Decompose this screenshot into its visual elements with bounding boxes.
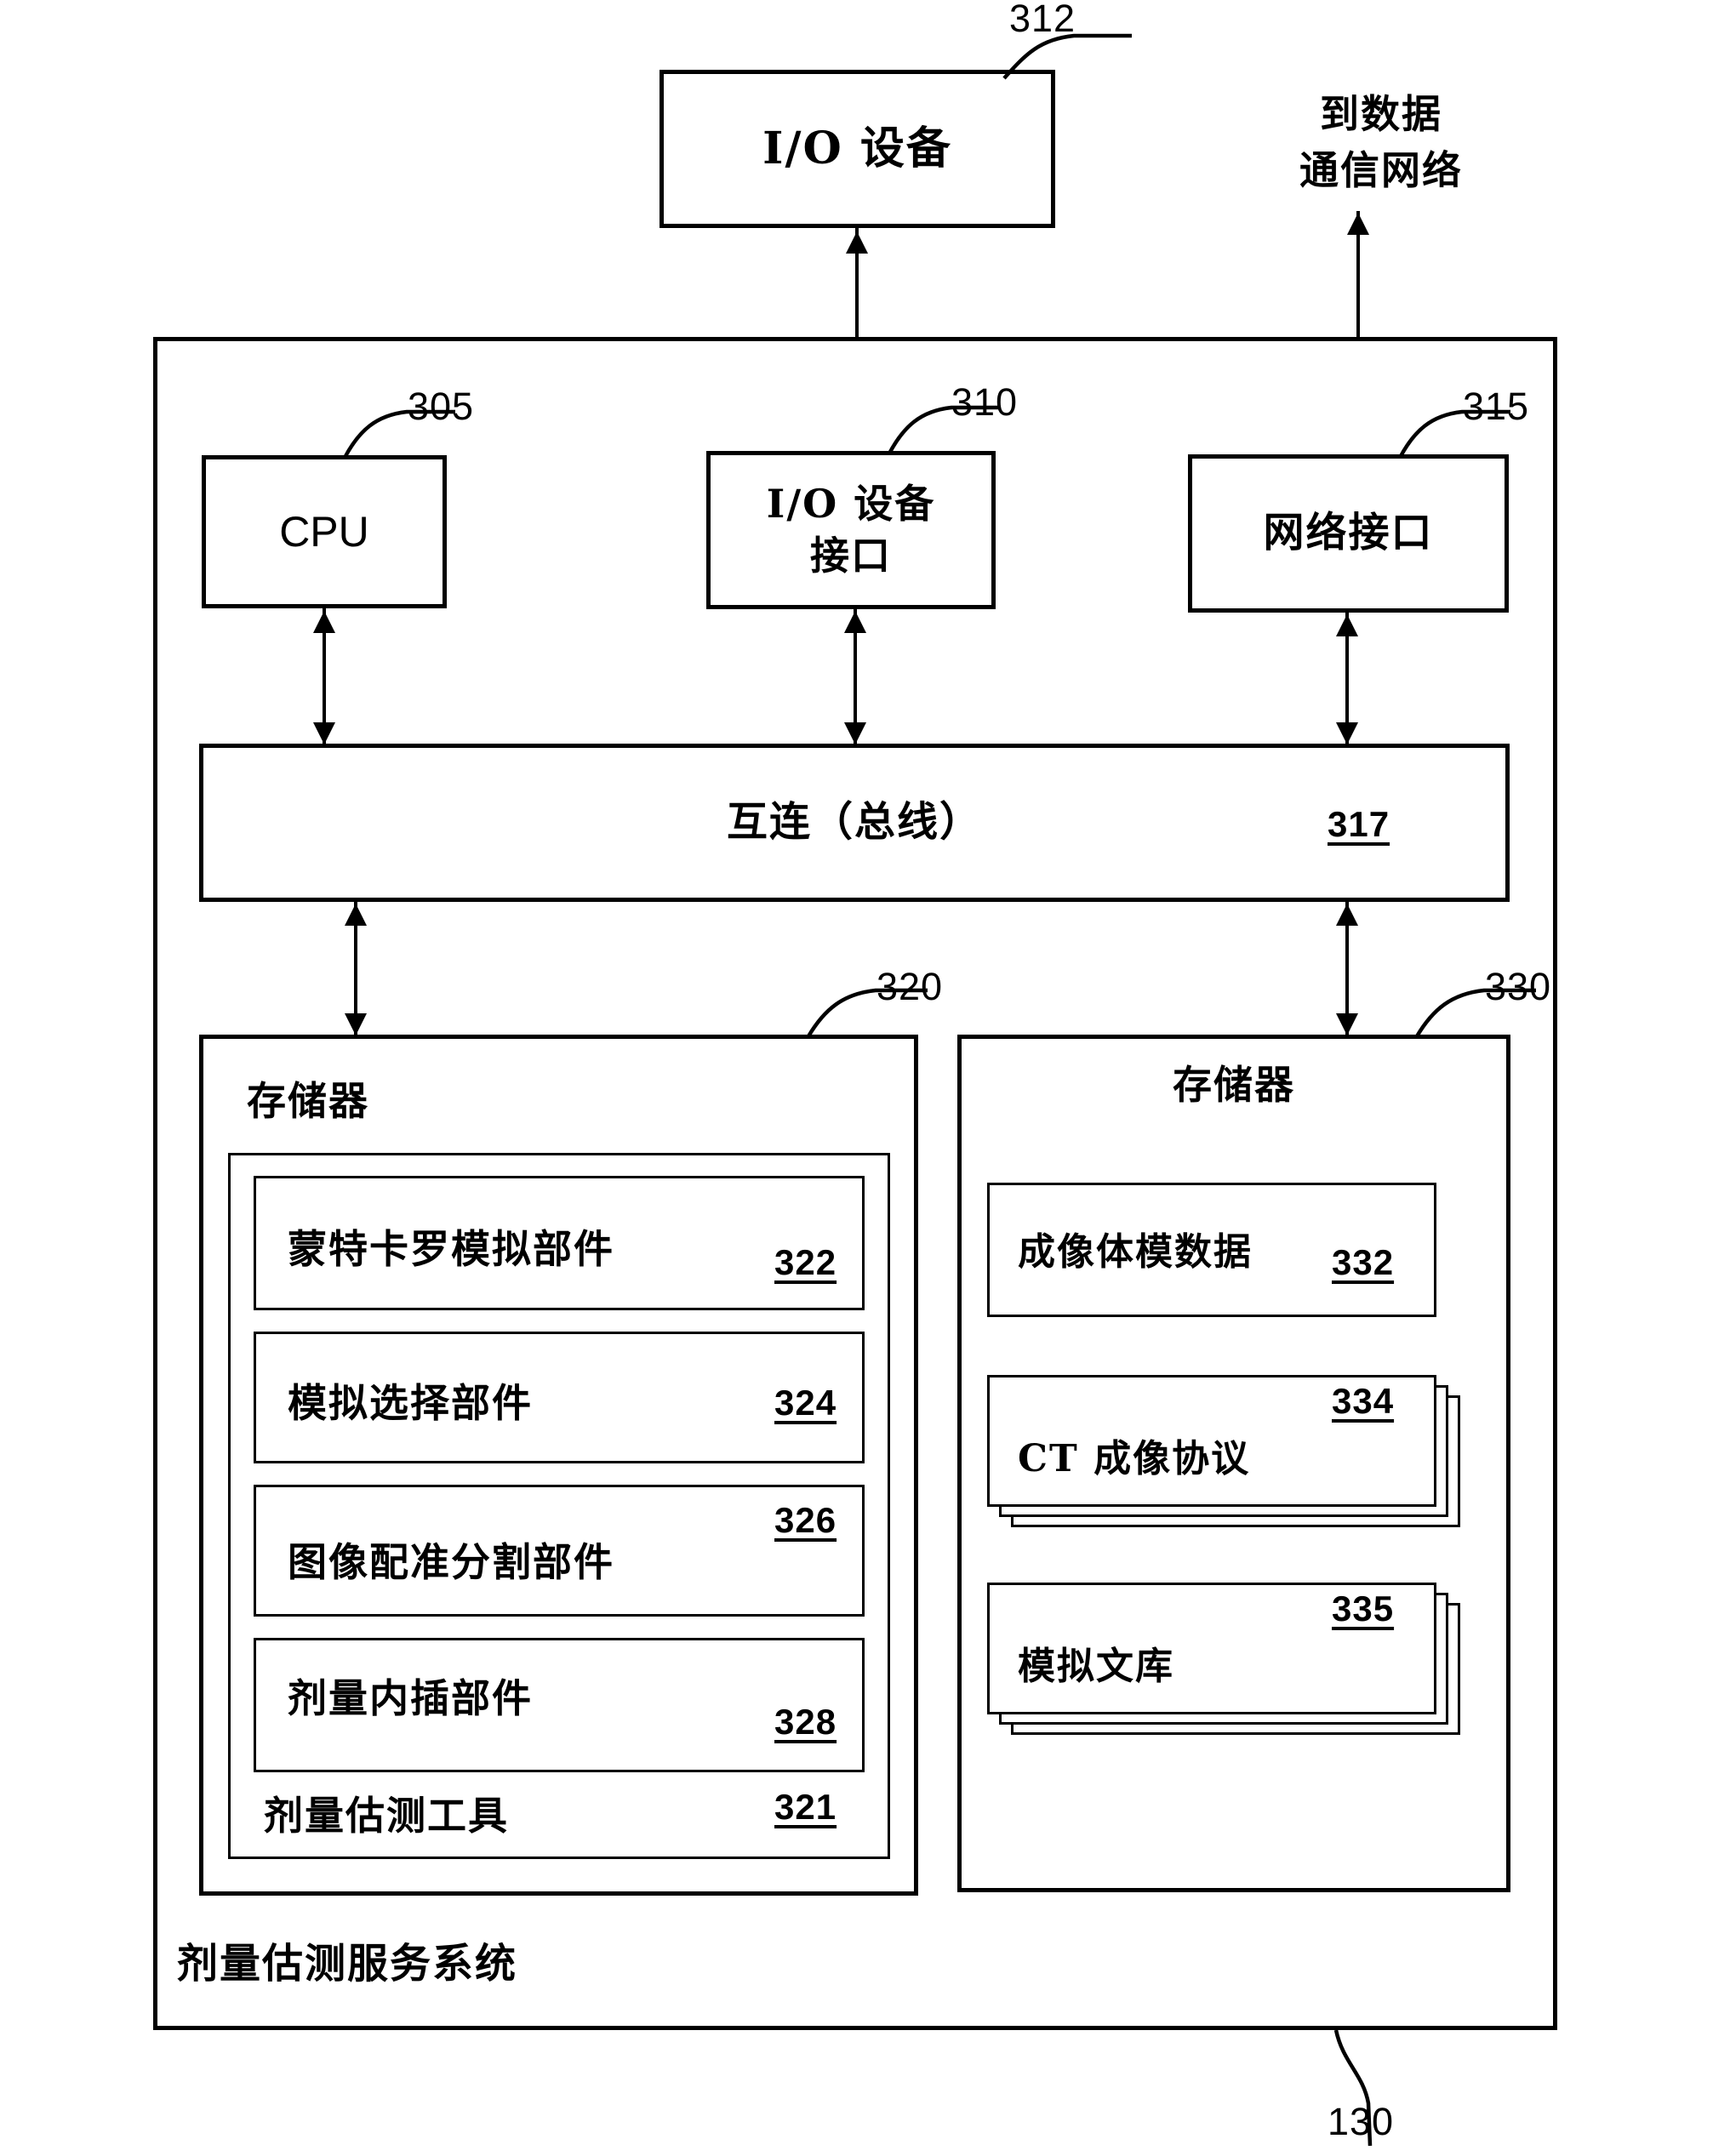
io-interface-bus-arrowhead-down (844, 722, 866, 744)
ref-334: 334 (1332, 1381, 1395, 1421)
memory-module-label-328: 剂量内插部件 (288, 1675, 533, 1721)
ref-130: 130 (1328, 2100, 1395, 2143)
ref-324: 324 (774, 1383, 837, 1423)
ref-335: 335 (1332, 1588, 1395, 1628)
io-device-arrowhead-up (846, 231, 868, 254)
ref-312: 312 (1009, 0, 1076, 40)
ref-321: 321 (774, 1787, 837, 1827)
network-interface-bus-arrowhead-up (1336, 614, 1358, 636)
ref-330: 330 (1485, 965, 1552, 1008)
bus-storage-arrowhead-up (1336, 904, 1358, 926)
network-interface-bus-arrowhead-down (1336, 722, 1358, 744)
bus-memory-arrowhead-down (345, 1013, 367, 1035)
patent-figure-sheet: I/O 设备 312 到数据 通信网络 剂量估测服务系统 130 CPU 305… (0, 0, 1713, 2156)
ref-310: 310 (951, 380, 1019, 424)
storage-item-label-335: 模拟文库 (1018, 1645, 1174, 1688)
network-interface-label: 网络接口 (1263, 509, 1434, 557)
memory-title: 存储器 (247, 1078, 369, 1124)
ref-320: 320 (876, 965, 944, 1008)
memory-module-label-326: 图像配准分割部件 (288, 1539, 614, 1585)
ref-326: 326 (774, 1500, 837, 1540)
cpu-label: CPU (279, 508, 369, 556)
io-device-label: I/O 设备 (762, 122, 952, 174)
ref-328: 328 (774, 1702, 837, 1742)
io-interface-bus-arrowhead-up (844, 611, 866, 633)
network-note-line1: 到数据 (1320, 91, 1442, 137)
io-interface-label-line2: 接口 (810, 533, 892, 579)
ref-332: 332 (1332, 1242, 1395, 1282)
bus-storage-arrowhead-down (1336, 1013, 1358, 1035)
storage-item-label-332: 成像体模数据 (1018, 1230, 1253, 1274)
cpu-bus-arrowhead-down (313, 722, 335, 744)
system-title: 剂量估测服务系统 (177, 1940, 518, 1988)
ref-317: 317 (1328, 804, 1390, 844)
toolkit-caption: 剂量估测工具 (264, 1793, 509, 1839)
ref-315: 315 (1463, 385, 1530, 428)
interconnect-label: 互连（总线） (726, 798, 982, 847)
io-interface-label: I/O 设备 接口 (706, 451, 996, 609)
ref-305: 305 (408, 385, 475, 428)
bus-memory-arrowhead-up (345, 904, 367, 926)
network-note-line2: 通信网络 (1299, 147, 1463, 193)
memory-module-label-324: 模拟选择部件 (288, 1380, 533, 1426)
storage-item-label-334: CT 成像协议 (1018, 1437, 1251, 1480)
io-interface-label-line1: I/O 设备 (766, 481, 936, 528)
memory-module-label-322: 蒙特卡罗模拟部件 (288, 1226, 614, 1272)
network-arrowhead-up (1347, 213, 1369, 235)
cpu-bus-arrowhead-up (313, 611, 335, 633)
storage-title: 存储器 (1173, 1061, 1295, 1108)
ref-322: 322 (774, 1242, 837, 1282)
